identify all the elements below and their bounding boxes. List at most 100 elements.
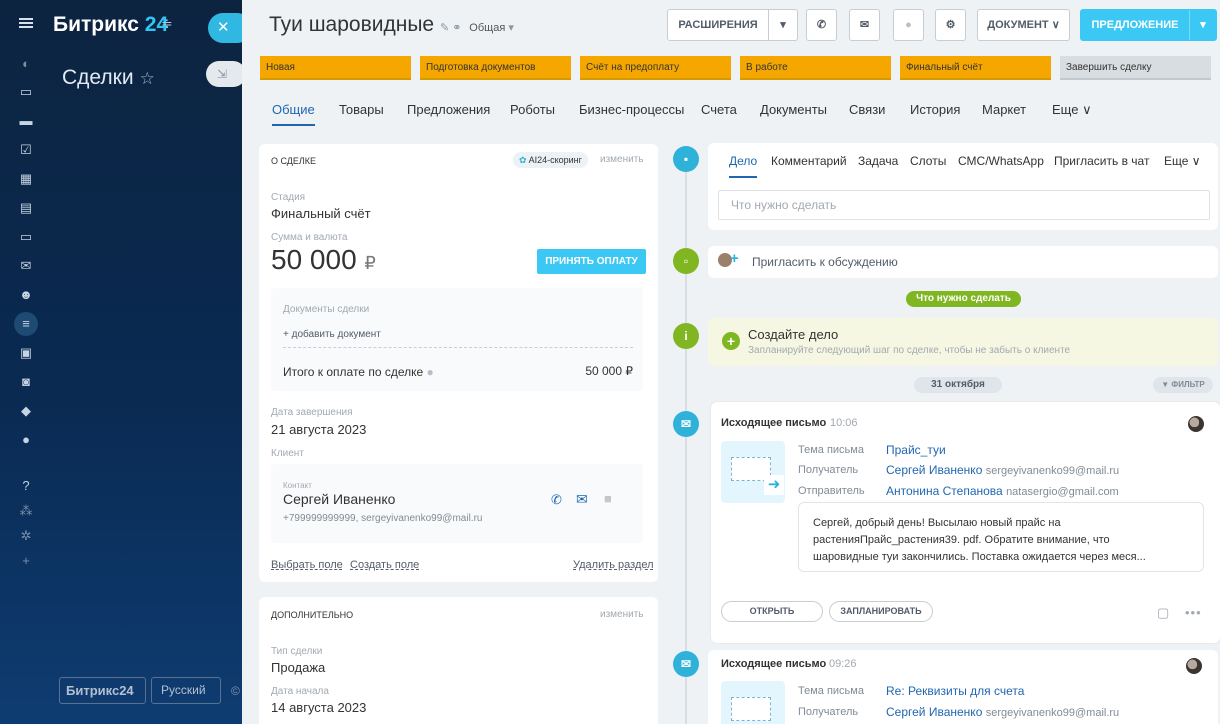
ai-scoring-badge[interactable]: ✿ AI24-скоринг	[513, 152, 588, 168]
checklist-icon[interactable]: ☑	[18, 142, 34, 158]
open-button[interactable]: ОТКРЫТЬ	[721, 601, 823, 622]
activity-tab-invite[interactable]: Пригласить в чат	[1054, 154, 1149, 168]
chat-button[interactable]: ●	[893, 9, 924, 41]
footer-logo[interactable]: Битрикс24	[59, 677, 146, 704]
offer-button[interactable]: ПРЕДЛОЖЕНИЕ ▾	[1080, 9, 1217, 41]
activity-tab-slots[interactable]: Слоты	[910, 154, 946, 168]
document-button[interactable]: ДОКУМЕНТ ∨	[977, 9, 1070, 41]
stage-bar: Новая Подготовка документов Счёт на пред…	[260, 56, 1215, 80]
comment-icon: ▪	[673, 146, 699, 172]
avatar[interactable]	[1188, 416, 1204, 432]
subject-link[interactable]: Прайс_туи	[886, 443, 946, 457]
menu-icon[interactable]	[19, 16, 33, 30]
chevron-down-icon[interactable]: ▾	[505, 22, 514, 34]
email-card: Исходящее письмо 10:06 ➜ Тема письма Пра…	[711, 402, 1220, 643]
settings-icon[interactable]: ✲	[18, 528, 34, 544]
tab-bp[interactable]: Бизнес-процессы	[579, 102, 684, 117]
group-icon[interactable]: ☻	[18, 287, 34, 303]
mail-icon[interactable]: ✉	[18, 258, 34, 274]
delete-section-link[interactable]: Удалить раздел	[573, 559, 654, 571]
todo-input[interactable]: Что нужно сделать	[718, 190, 1210, 220]
document-icon[interactable]: ▤	[18, 200, 34, 216]
tab-robots[interactable]: Роботы	[510, 102, 555, 117]
tab-links[interactable]: Связи	[849, 102, 885, 117]
category-select[interactable]: Общая	[469, 22, 505, 34]
tasks-icon[interactable]: ▭	[18, 84, 34, 100]
deal-title: Туи шаровидные	[269, 13, 435, 36]
box-icon[interactable]: ◆	[18, 403, 34, 419]
plus-icon[interactable]: +	[18, 553, 34, 569]
recipient-value[interactable]: Сергей Иваненко sergeyivanenko99@mail.ru	[886, 705, 1119, 719]
avatar[interactable]	[1186, 658, 1202, 674]
recipient-value[interactable]: Сергей Иваненко sergeyivanenko99@mail.ru	[886, 463, 1119, 477]
stage-new[interactable]: Новая	[260, 56, 411, 80]
create-task-card[interactable]: + Создайте дело Запланируйте следующий ш…	[708, 318, 1218, 366]
email-body[interactable]: Сергей, добрый день! Высылаю новый прайс…	[798, 502, 1204, 572]
edit-title-icon[interactable]: ✎ ⚭	[440, 22, 462, 34]
chevron-down-icon[interactable]: ▾	[1189, 10, 1217, 40]
activity-tab-task[interactable]: Дело	[729, 154, 758, 178]
tab-more[interactable]: Еще ∨	[1052, 102, 1092, 118]
activity-icon[interactable]: ◐	[18, 56, 34, 72]
stage-finish[interactable]: Завершить сделку	[1060, 56, 1211, 80]
robot-icon[interactable]: ◙	[18, 374, 34, 390]
tab-history[interactable]: История	[910, 102, 960, 117]
activity-tab-sms[interactable]: СМС/WhatsApp	[958, 154, 1044, 168]
phone-button[interactable]: ✆	[806, 9, 837, 41]
crm-icon[interactable]: ≡	[18, 316, 34, 332]
more-icon[interactable]: •••	[1185, 605, 1202, 620]
choose-field-link[interactable]: Выбрать поле	[271, 559, 343, 571]
chevron-circle-icon[interactable]: ●	[18, 432, 34, 448]
collapse-button[interactable]: ⇲	[206, 61, 246, 87]
add-document-link[interactable]: + добавить документ	[283, 329, 381, 340]
app-logo[interactable]: Битрикс 24	[53, 13, 168, 37]
mail-button[interactable]: ✉	[849, 9, 880, 41]
tab-documents[interactable]: Документы	[760, 102, 827, 117]
stage-value: Финальный счёт	[271, 206, 371, 221]
logo-settings-icon[interactable]: ≑	[161, 15, 173, 32]
email-card: Исходящее письмо 09:26 Тема письма Re: Р…	[708, 650, 1218, 724]
contact-name[interactable]: Сергей Иваненко	[283, 491, 395, 507]
help-icon[interactable]: ?	[18, 478, 34, 494]
chat-icon[interactable]: ▬	[18, 113, 34, 129]
stage-in-work[interactable]: В работе	[740, 56, 891, 80]
gear-icon[interactable]: ⚙	[935, 9, 966, 41]
filter-pill[interactable]: ▼ ФИЛЬТР	[1153, 377, 1213, 393]
calendar-icon[interactable]: ▦	[18, 171, 34, 187]
tab-general[interactable]: Общие	[272, 102, 315, 126]
create-task-subtitle: Запланируйте следующий шаг по сделке, чт…	[748, 345, 1071, 356]
accept-payment-button[interactable]: ПРИНЯТЬ ОПЛАТУ	[537, 249, 646, 274]
extensions-button[interactable]: РАСШИРЕНИЯ ▾	[667, 9, 798, 41]
tab-offers[interactable]: Предложения	[407, 102, 490, 117]
stage-docs[interactable]: Подготовка документов	[420, 56, 571, 80]
contact-card-icon[interactable]: ▣	[18, 345, 34, 361]
contact-mail-icon[interactable]: ✉	[576, 491, 588, 508]
schedule-button[interactable]: ЗАПЛАНИРОВАТЬ	[829, 601, 933, 622]
sender-value[interactable]: Антонина Степанова natasergio@gmail.com	[886, 484, 1119, 498]
sitemap-icon[interactable]: ⁂	[18, 503, 34, 519]
contact-phone-icon[interactable]: ✆	[551, 492, 562, 508]
subject-link[interactable]: Re: Реквизиты для счета	[886, 684, 1024, 698]
note-icon[interactable]: ▢	[1157, 605, 1169, 621]
drive-icon[interactable]: ▭	[18, 229, 34, 245]
date-pill: 31 октября	[914, 377, 1002, 393]
todo-pill: Что нужно сделать	[906, 291, 1021, 307]
chevron-down-icon[interactable]: ▾	[768, 10, 798, 40]
add-circle-icon: +	[722, 332, 740, 350]
activity-tab-more[interactable]: Еще ∨	[1164, 154, 1201, 168]
activity-tab-comment[interactable]: Комментарий	[771, 154, 847, 168]
about-change-link[interactable]: изменить	[600, 154, 644, 165]
stage-prepay[interactable]: Счёт на предоплату	[580, 56, 731, 80]
tab-market[interactable]: Маркет	[982, 102, 1026, 117]
activity-tab-todo[interactable]: Задача	[858, 154, 898, 168]
extra-change-link[interactable]: изменить	[600, 609, 644, 620]
language-select[interactable]: Русский	[151, 677, 221, 704]
contact-chat-icon[interactable]: ■	[604, 491, 612, 506]
create-field-link[interactable]: Создать поле	[350, 559, 419, 571]
invite-row[interactable]: + Пригласить к обсуждению	[708, 246, 1218, 278]
stage-final-invoice[interactable]: Финальный счёт	[900, 56, 1051, 80]
star-icon[interactable]: ☆	[140, 69, 155, 88]
tab-invoices[interactable]: Счета	[701, 102, 737, 117]
activity-editor: Дело Комментарий Задача Слоты СМС/WhatsA…	[708, 143, 1218, 230]
tab-products[interactable]: Товары	[339, 102, 384, 117]
